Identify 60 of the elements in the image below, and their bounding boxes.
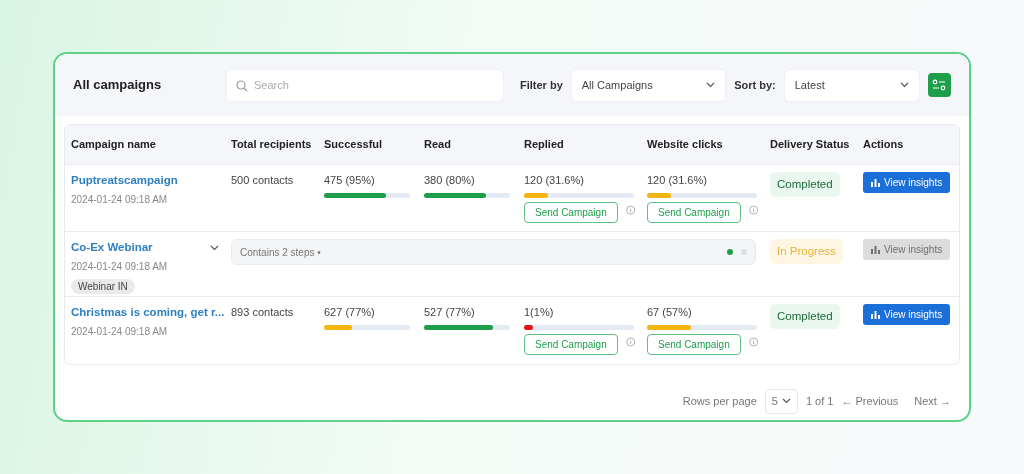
campaign-date: 2024-01-24 09:18 AM xyxy=(71,325,169,340)
metric-value: 380 (80%) xyxy=(424,173,476,188)
column-header: Total recipients xyxy=(230,137,313,153)
bar-chart-icon xyxy=(871,178,880,187)
expand-icon[interactable] xyxy=(210,244,219,251)
chevron-down-icon xyxy=(706,82,716,88)
column-header: Delivery Status xyxy=(769,137,851,153)
recipients-count: 893 contacts xyxy=(230,305,295,320)
recipients-count: 500 contacts xyxy=(230,173,295,188)
metric-value: 527 (77%) xyxy=(424,305,476,320)
campaign-tag: Webinar IN xyxy=(71,279,135,295)
column-header: Actions xyxy=(862,137,905,153)
metric-value: 120 (31.6%) xyxy=(524,173,585,188)
send-campaign-button[interactable]: Send Campaign xyxy=(647,333,741,355)
info-icon[interactable] xyxy=(625,337,635,347)
view-insights-button[interactable]: View insights xyxy=(863,304,951,325)
next-link[interactable]: Next → xyxy=(914,393,951,410)
column-header: Read xyxy=(423,137,452,153)
sort-label: Sort by: xyxy=(734,77,776,93)
search-icon xyxy=(236,79,248,92)
bar-chart-icon xyxy=(871,310,880,319)
info-icon[interactable] xyxy=(748,205,758,215)
send-campaign-button[interactable]: Send Campaign xyxy=(647,201,741,223)
rows-per-page-label: Rows per page xyxy=(682,394,757,409)
status-badge: Completed xyxy=(770,304,840,330)
sort-select[interactable]: Latest xyxy=(783,68,920,102)
rows-per-page-select[interactable]: 5 xyxy=(764,389,798,414)
sliders-icon xyxy=(932,79,947,91)
campaign-date: 2024-01-24 09:18 AM xyxy=(71,193,169,208)
column-header: Campaign name xyxy=(70,137,157,153)
metric-value: 67 (57%) xyxy=(647,305,693,320)
status-badge: In Progress xyxy=(770,239,843,265)
status-badge: Completed xyxy=(770,172,840,198)
column-header: Website clicks xyxy=(646,137,724,153)
metric-value: 1(1%) xyxy=(524,305,555,320)
send-campaign-button[interactable]: Send Campaign xyxy=(524,333,618,355)
metric-value: 120 (31.6%) xyxy=(647,173,708,188)
filter-select[interactable]: All Campaigns xyxy=(570,68,727,102)
campaign-link[interactable]: Co-Ex Webinar xyxy=(71,239,153,257)
chevron-down-icon xyxy=(899,82,909,88)
filter-settings-button[interactable] xyxy=(927,73,951,97)
campaign-date: 2024-01-24 09:18 AM xyxy=(71,260,169,275)
campaign-link[interactable]: Puptreatscampaign xyxy=(71,172,178,190)
column-header: Replied xyxy=(523,137,565,153)
metric-value: 475 (95%) xyxy=(324,173,376,188)
steps-text: Contains 2 steps • xyxy=(240,245,321,260)
view-insights-button[interactable]: View insights xyxy=(863,172,951,193)
send-campaign-button[interactable]: Send Campaign xyxy=(524,201,618,223)
filter-label: Filter by xyxy=(520,77,563,93)
chevron-down-icon xyxy=(781,398,791,405)
previous-link[interactable]: ← Previous xyxy=(841,393,899,410)
column-header: Successful xyxy=(323,137,384,153)
info-icon[interactable] xyxy=(625,205,635,215)
campaign-link[interactable]: Christmas is coming, get r... xyxy=(71,304,225,322)
page-title: All campaigns xyxy=(73,76,163,95)
search-field[interactable]: Search xyxy=(226,68,504,102)
page-indicator: 1 of 1 xyxy=(805,394,834,409)
info-icon[interactable] xyxy=(748,337,758,347)
metric-value: 627 (77%) xyxy=(324,305,376,320)
bar-chart-icon xyxy=(871,245,880,254)
